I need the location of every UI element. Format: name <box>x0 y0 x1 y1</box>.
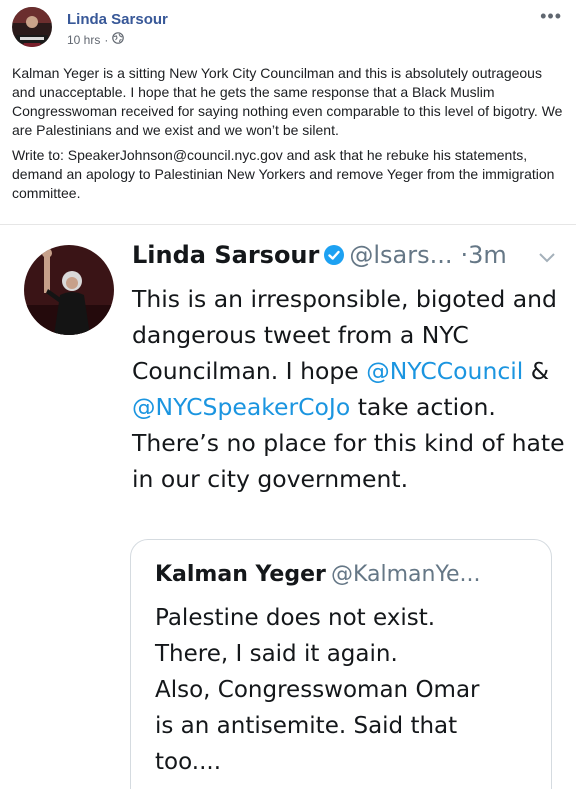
meta-separator: · <box>104 32 109 47</box>
quoted-author-handle: @KalmanYe... <box>330 562 481 587</box>
tweet-dot: · <box>460 241 469 269</box>
post-header: Linda Sarsour 10 hrs · ••• <box>12 7 564 55</box>
post-timestamp[interactable]: 10 hrs <box>67 33 100 47</box>
globe-icon[interactable] <box>112 32 125 47</box>
author-avatar[interactable] <box>12 7 52 47</box>
post-text: Kalman Yeger is a sitting New York City … <box>12 64 564 209</box>
verified-badge-icon <box>323 244 345 270</box>
quoted-tweet: Kalman Yeger @KalmanYe... Palestine does… <box>130 539 552 789</box>
quoted-tweet-body: Palestine does not exist. There, I said … <box>155 605 480 775</box>
tweet-author-name: Linda Sarsour <box>132 241 320 269</box>
tweet-body-text-2: & <box>523 357 550 385</box>
tweet-body: This is an irresponsible, bigoted and da… <box>132 281 572 497</box>
post-meta: 10 hrs · <box>67 32 125 47</box>
quoted-author-name: Kalman Yeger <box>155 562 326 587</box>
quoted-tweet-header: Kalman Yeger @KalmanYe... <box>155 562 481 587</box>
chevron-down-icon <box>538 249 556 268</box>
tweet-author-handle: @lsars... <box>349 241 453 269</box>
post-paragraph-2: Write to: SpeakerJohnson@council.nyc.gov… <box>12 147 555 201</box>
post-paragraph-1: Kalman Yeger is a sitting New York City … <box>12 65 563 138</box>
tweet-avatar <box>24 245 114 335</box>
author-name-link[interactable]: Linda Sarsour <box>67 11 168 28</box>
mention-nycspeakercojo: @NYCSpeakerCoJo <box>132 393 351 421</box>
tweet-screenshot-image[interactable]: Linda Sarsour @lsars... ·3m This is an irr… <box>0 224 576 789</box>
tweet-time: 3m <box>468 241 507 269</box>
tweet-header: Linda Sarsour @lsars... ·3m <box>132 241 562 281</box>
post-options-button[interactable]: ••• <box>540 7 562 25</box>
mention-nyccouncil: @NYCCouncil <box>366 357 524 385</box>
